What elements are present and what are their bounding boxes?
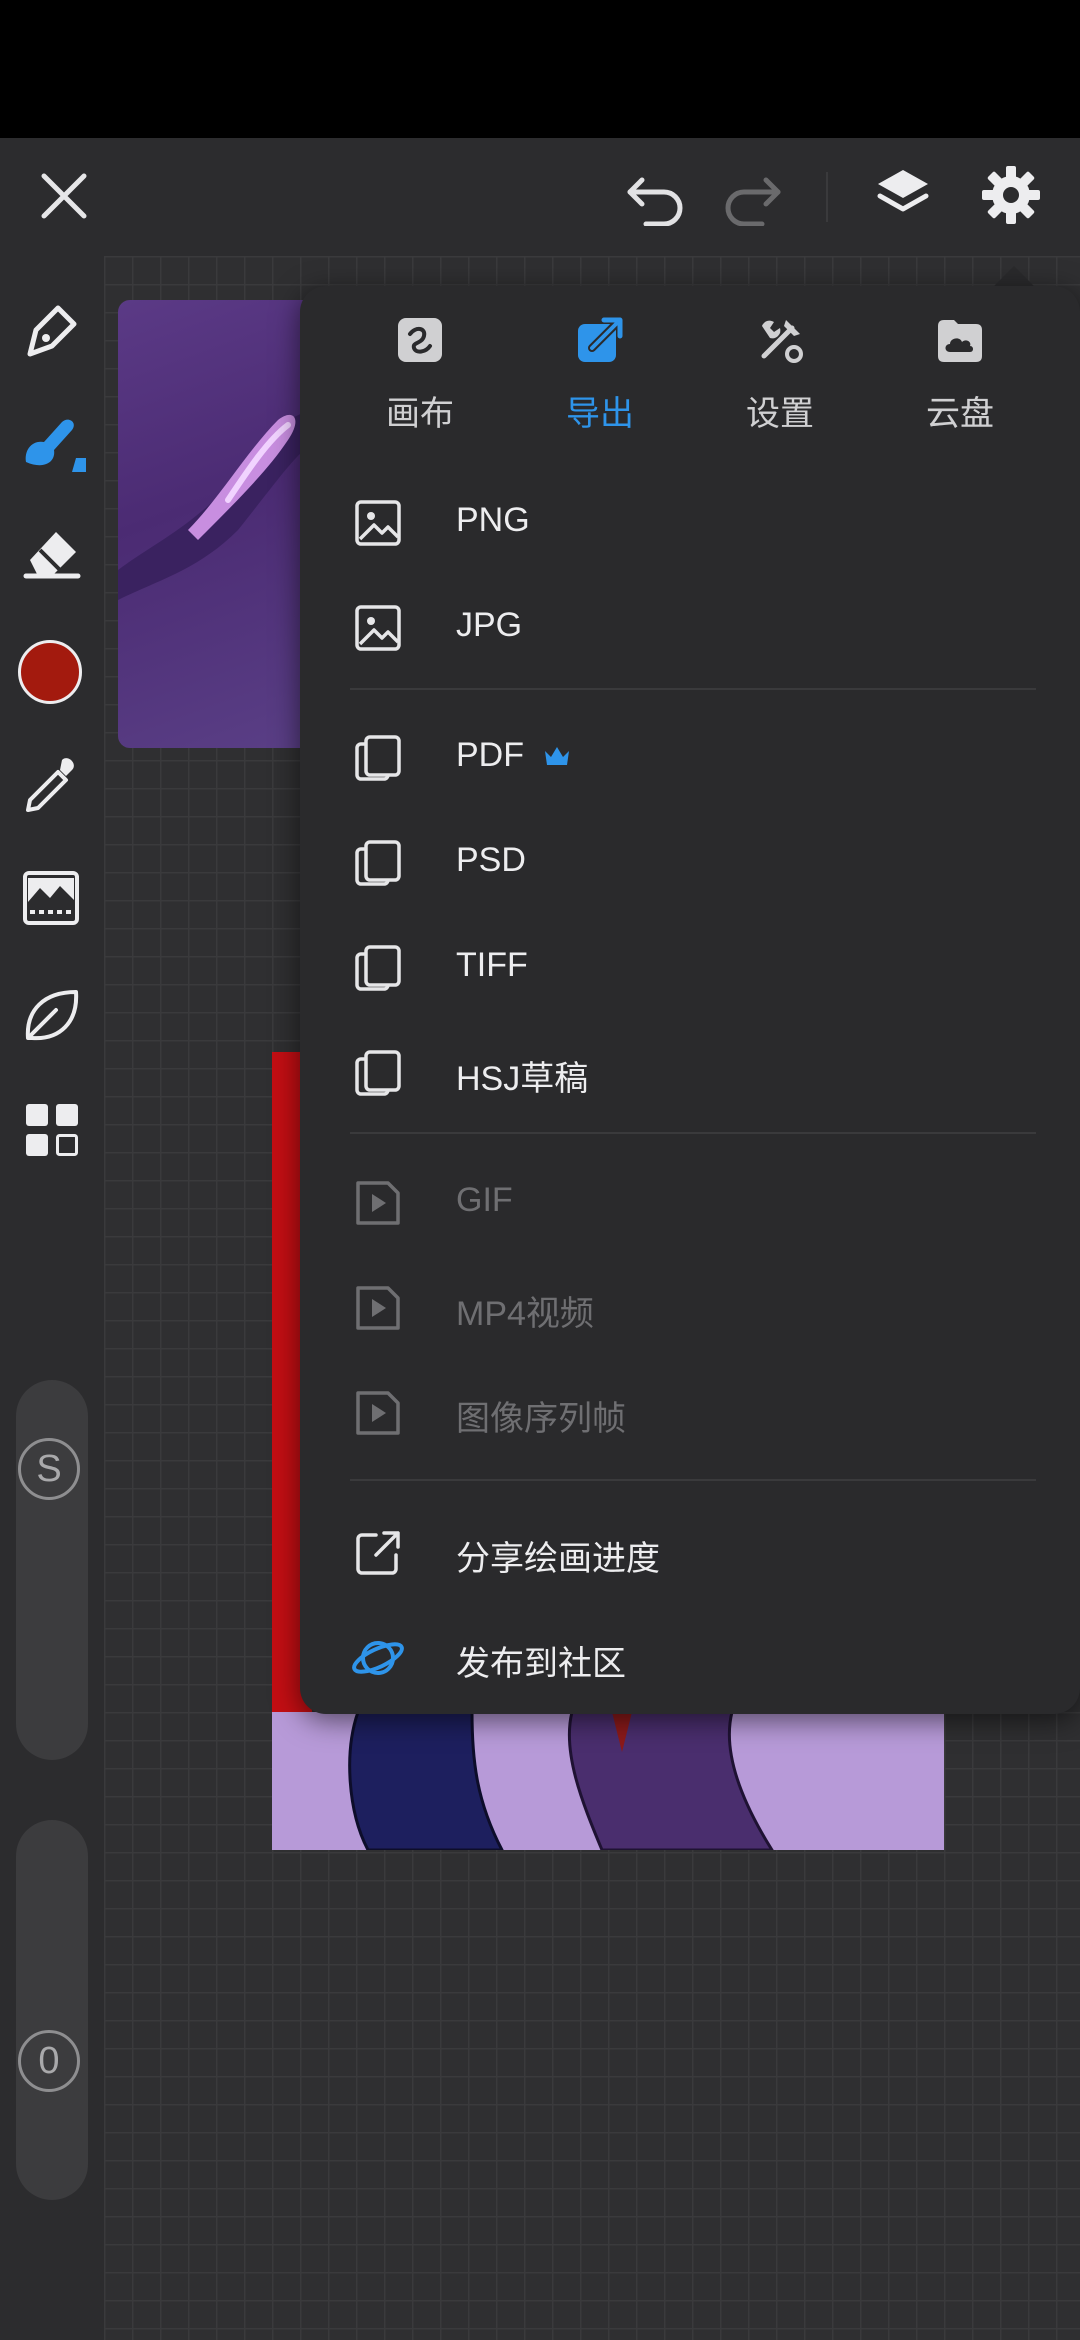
brush-size-knob[interactable]: S	[18, 1438, 80, 1500]
pen-tool-icon[interactable]	[20, 300, 82, 362]
row-label: 发布到社区	[456, 1645, 626, 1683]
toolbar-divider	[826, 172, 828, 222]
crown-icon	[545, 747, 569, 765]
brush-size-slider[interactable]	[16, 1380, 88, 1760]
row-label: PDF	[456, 736, 524, 774]
undo-icon[interactable]	[624, 170, 688, 226]
export-pdf[interactable]: PDF	[300, 703, 1080, 808]
row-label: 图像序列帧	[456, 1400, 626, 1438]
canvas-icon	[398, 318, 442, 362]
play-icon	[356, 1286, 400, 1330]
opacity-slider[interactable]	[16, 1820, 88, 2200]
share-progress[interactable]: 分享绘画进度	[300, 1498, 1080, 1603]
cloud-folder-icon	[938, 320, 982, 362]
artwork-fragment	[118, 300, 318, 748]
settings-panel: 画布 导出 设置 云盘 PNG JPG PDF PSD TIFF HSJ草稿 G…	[300, 286, 1080, 1714]
grid-apps-icon[interactable]	[24, 1102, 80, 1158]
tab-label: 云盘	[926, 395, 994, 433]
panel-pointer	[992, 266, 1036, 288]
layers-icon[interactable]	[872, 164, 934, 226]
tab-export[interactable]: 导出	[510, 316, 690, 446]
gear-icon[interactable]	[980, 164, 1042, 226]
divider	[350, 1479, 1036, 1481]
close-icon[interactable]	[36, 168, 92, 224]
eraser-icon[interactable]	[20, 524, 82, 580]
copy-icon	[355, 840, 401, 886]
export-icon	[578, 317, 623, 362]
artwork-drawing	[118, 408, 318, 600]
export-psd[interactable]: PSD	[300, 808, 1080, 913]
top-toolbar	[0, 138, 1080, 256]
image-icon	[355, 605, 401, 651]
planet-icon	[352, 1641, 404, 1675]
tab-settings[interactable]: 设置	[690, 316, 870, 446]
export-jpg[interactable]: JPG	[300, 573, 1080, 678]
row-label: GIF	[456, 1181, 513, 1219]
tab-cloud[interactable]: 云盘	[870, 316, 1050, 446]
row-label: JPG	[456, 606, 523, 644]
divider	[350, 1132, 1036, 1134]
publish-community[interactable]: 发布到社区	[300, 1603, 1080, 1708]
tools-icon	[761, 320, 803, 363]
tab-label: 设置	[746, 395, 814, 433]
tab-label: 画布	[386, 395, 454, 433]
redo-icon[interactable]	[720, 170, 784, 226]
opacity-knob[interactable]: 0	[18, 2030, 80, 2092]
tab-label: 导出	[566, 395, 634, 433]
row-label: 分享绘画进度	[456, 1540, 660, 1578]
artwork-figure	[348, 1712, 774, 1850]
row-label: PSD	[456, 841, 526, 879]
tool-sidebar: S 0	[0, 256, 104, 2340]
share-icon	[356, 1531, 400, 1575]
export-png[interactable]: PNG	[300, 468, 1080, 573]
row-label: TIFF	[456, 946, 528, 984]
copy-icon	[355, 735, 401, 781]
artwork-bottom	[272, 1712, 944, 1850]
eyedropper-icon[interactable]	[22, 754, 82, 816]
leaf-icon[interactable]	[20, 984, 82, 1046]
copy-icon	[355, 1050, 401, 1096]
row-label: PNG	[456, 501, 530, 539]
play-icon	[356, 1391, 400, 1435]
color-swatch[interactable]	[18, 640, 82, 704]
export-image-sequence[interactable]: 图像序列帧	[300, 1358, 1080, 1463]
copy-icon	[355, 945, 401, 991]
status-bar	[0, 0, 1080, 138]
row-label: HSJ草稿	[456, 1060, 589, 1098]
image-adjust-icon[interactable]	[20, 868, 82, 928]
export-hsj-draft[interactable]: HSJ草稿	[300, 1018, 1080, 1123]
divider	[350, 688, 1036, 690]
image-icon	[355, 500, 401, 546]
tab-canvas[interactable]: 画布	[330, 316, 510, 446]
play-icon	[356, 1181, 400, 1225]
export-gif[interactable]: GIF	[300, 1148, 1080, 1253]
row-label: MP4视频	[456, 1295, 594, 1333]
export-tiff[interactable]: TIFF	[300, 913, 1080, 1018]
export-mp4[interactable]: MP4视频	[300, 1253, 1080, 1358]
brush-tool-icon[interactable]	[18, 412, 88, 478]
